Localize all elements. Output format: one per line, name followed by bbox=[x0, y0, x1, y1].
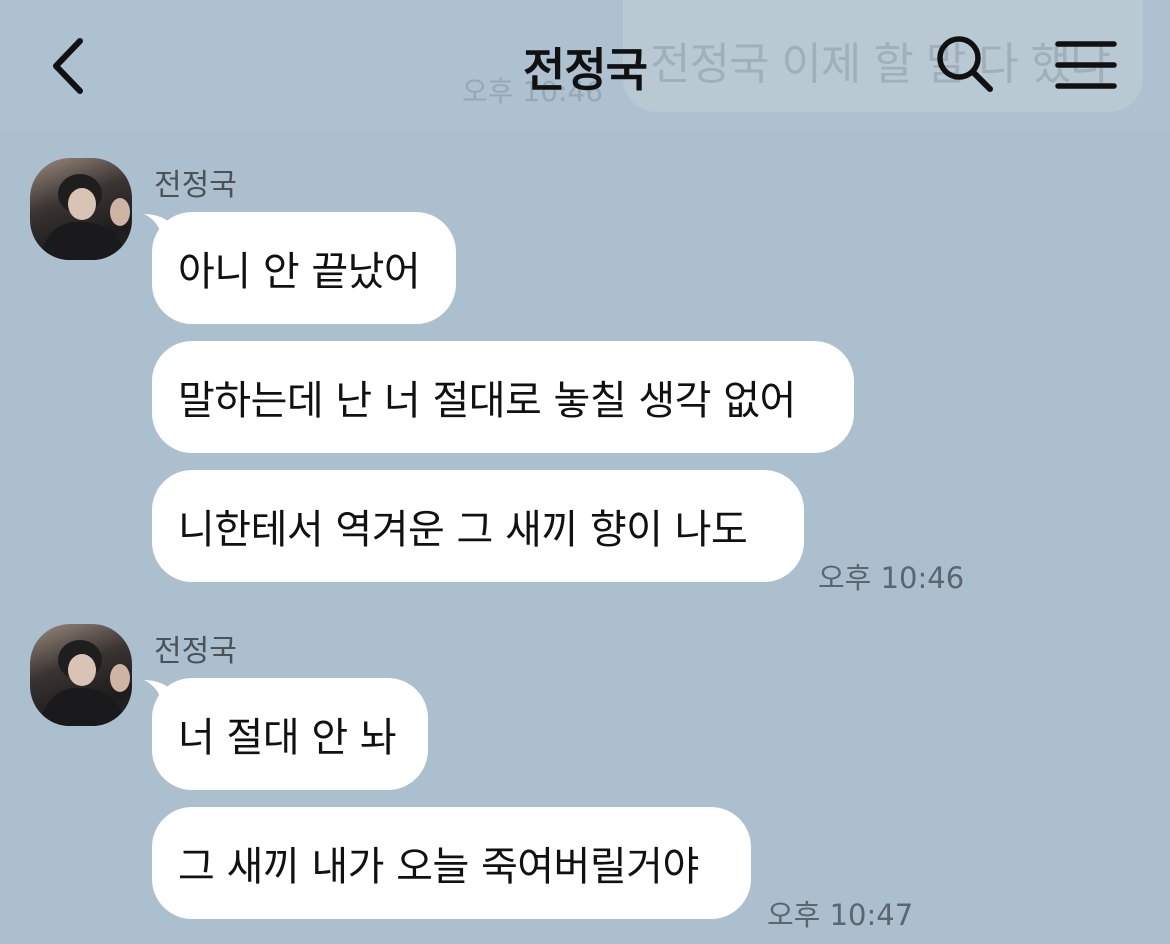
menu-button[interactable] bbox=[1050, 36, 1122, 94]
message-bubble[interactable]: 너 절대 안 놔 bbox=[152, 678, 428, 790]
search-button[interactable] bbox=[932, 32, 1000, 98]
avatar-photo bbox=[40, 640, 130, 726]
message-time: 오후 10:46 bbox=[818, 561, 965, 595]
ghost-message-time: 오후 10:46 bbox=[462, 75, 604, 108]
message-bubble[interactable]: 말하는데 난 너 절대로 놓칠 생각 없어 bbox=[152, 341, 854, 453]
avatar[interactable] bbox=[30, 624, 132, 726]
back-button[interactable] bbox=[40, 34, 96, 98]
hamburger-menu-icon bbox=[1055, 41, 1117, 89]
search-icon bbox=[937, 36, 993, 92]
sender-name: 전정국 bbox=[154, 634, 237, 669]
message-time: 오후 10:47 bbox=[767, 898, 914, 932]
message-bubble[interactable]: 니한테서 역겨운 그 새끼 향이 나도 bbox=[152, 470, 804, 582]
chevron-left-icon bbox=[53, 38, 83, 94]
message-bubble[interactable]: 아니 안 끝났어 bbox=[152, 212, 456, 324]
message-bubble[interactable]: 그 새끼 내가 오늘 죽여버릴거야 bbox=[152, 807, 751, 919]
avatar-photo bbox=[40, 174, 130, 260]
sender-name: 전정국 bbox=[154, 168, 237, 203]
avatar[interactable] bbox=[30, 158, 132, 260]
ghost-message-text: 전정국 이제 할 말 다 했냐 bbox=[650, 39, 1111, 90]
